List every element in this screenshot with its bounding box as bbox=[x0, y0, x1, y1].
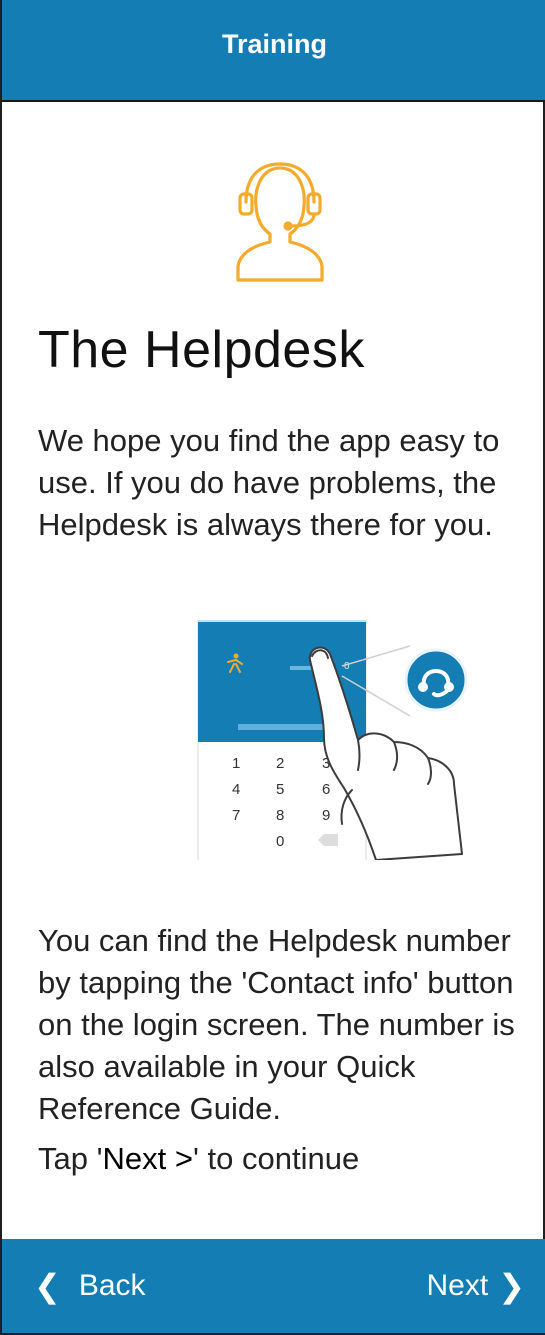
keypad-key-9: 9 bbox=[322, 807, 330, 824]
back-button[interactable]: ❮ Back bbox=[2, 1267, 168, 1305]
keypad-key-4: 4 bbox=[232, 781, 240, 798]
header-title: Training bbox=[221, 28, 327, 59]
keypad-key-5: 5 bbox=[276, 781, 284, 798]
continue-hint: Tap 'Next >' to continue bbox=[38, 1138, 518, 1180]
footer-nav: ❮ Back Next ❯ bbox=[2, 1239, 545, 1335]
intro-text: We hope you find the app easy to use. If… bbox=[38, 423, 500, 542]
back-button-label: Back bbox=[78, 1269, 146, 1302]
app-frame: Training The Helpdesk We hope you find t… bbox=[0, 0, 545, 1335]
details-text: You can find the Helpdesk number by tapp… bbox=[38, 923, 515, 1126]
phone-tap-illustration: 0 1 2 3 4 5 6 7 8 9 0 bbox=[197, 620, 468, 860]
keypad-key-0: 0 bbox=[276, 833, 284, 850]
keypad-key-7: 7 bbox=[232, 807, 240, 824]
continue-hint-prefix: Tap ' bbox=[38, 1141, 103, 1176]
chevron-left-icon: ❮ bbox=[34, 1268, 61, 1304]
next-button[interactable]: Next ❯ bbox=[405, 1267, 545, 1305]
chevron-right-icon: ❯ bbox=[498, 1268, 525, 1304]
keypad-key-8: 8 bbox=[276, 807, 284, 824]
headset-person-icon bbox=[236, 162, 324, 282]
continue-hint-next: Next > bbox=[102, 1141, 193, 1176]
continue-hint-suffix: ' to continue bbox=[192, 1141, 360, 1176]
page-title: The Helpdesk bbox=[38, 321, 365, 379]
keypad-key-2: 2 bbox=[276, 755, 284, 772]
next-button-label: Next bbox=[426, 1269, 489, 1302]
svg-text:0: 0 bbox=[344, 661, 350, 672]
keypad-key-6: 6 bbox=[322, 781, 330, 798]
keypad-key-1: 1 bbox=[232, 755, 240, 772]
app-header: Training bbox=[2, 0, 545, 102]
